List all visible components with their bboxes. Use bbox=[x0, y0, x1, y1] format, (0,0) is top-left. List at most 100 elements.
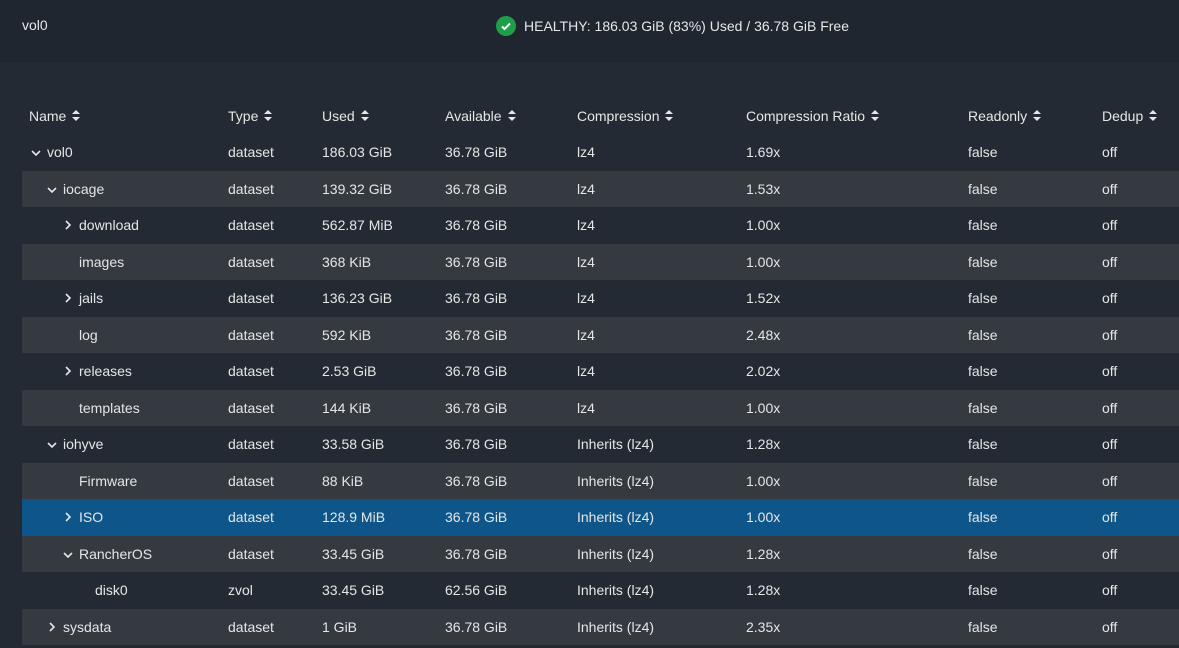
type-cell: dataset bbox=[228, 436, 274, 453]
name-cell: jails bbox=[61, 290, 103, 306]
dedup-cell: off bbox=[1102, 290, 1118, 307]
dataset-name: images bbox=[79, 253, 125, 270]
type-cell: dataset bbox=[228, 472, 274, 489]
type-cell: dataset bbox=[228, 399, 274, 416]
type-cell: dataset bbox=[228, 545, 274, 562]
chevron-right-icon[interactable] bbox=[61, 365, 75, 379]
dedup-cell: off bbox=[1102, 217, 1118, 234]
column-header-dedup[interactable]: Dedup bbox=[1102, 108, 1158, 124]
dataset-name: releases bbox=[79, 363, 132, 380]
name-cell: log bbox=[61, 327, 98, 343]
table-row[interactable]: vol0 dataset 186.03 GiB 36.78 GiB lz4 1.69x fa… bbox=[22, 134, 1179, 171]
sort-icon[interactable] bbox=[507, 110, 516, 124]
dedup-cell: off bbox=[1102, 253, 1118, 270]
type-cell: dataset bbox=[228, 144, 274, 161]
chevron-right-icon[interactable] bbox=[45, 621, 59, 635]
sort-icon[interactable] bbox=[871, 110, 880, 124]
dedup-cell: off bbox=[1102, 144, 1118, 161]
table-header: Name Type Used Available Compression Compress… bbox=[22, 98, 1179, 134]
ratio-cell: 1.28x bbox=[746, 582, 781, 599]
table-row[interactable]: disk0 zvol 33.45 GiB 62.56 GiB Inherits (lz4… bbox=[22, 572, 1179, 609]
available-cell: 36.78 GiB bbox=[445, 363, 508, 380]
name-cell: iohyve bbox=[45, 436, 103, 452]
table-row[interactable]: ISO dataset 128.9 MiB 36.78 GiB Inherits (lz… bbox=[22, 499, 1179, 536]
ratio-cell: 1.28x bbox=[746, 545, 781, 562]
column-header-compression[interactable]: Compression bbox=[577, 108, 674, 124]
datasets-table: Name Type Used Available Compression Compress… bbox=[22, 98, 1179, 645]
available-cell: 36.78 GiB bbox=[445, 545, 508, 562]
sort-icon[interactable] bbox=[1033, 110, 1042, 124]
dataset-name: vol0 bbox=[47, 144, 73, 161]
compression-cell: Inherits (lz4) bbox=[577, 582, 655, 599]
chevron-down-icon[interactable] bbox=[61, 548, 75, 562]
compression-cell: Inherits (lz4) bbox=[577, 618, 655, 635]
available-cell: 36.78 GiB bbox=[445, 436, 508, 453]
available-cell: 36.78 GiB bbox=[445, 180, 508, 197]
compression-cell: lz4 bbox=[577, 363, 595, 380]
readonly-cell: false bbox=[968, 217, 998, 234]
table-row[interactable]: iohyve dataset 33.58 GiB 36.78 GiB Inherits … bbox=[22, 426, 1179, 463]
available-cell: 36.78 GiB bbox=[445, 144, 508, 161]
compression-cell: Inherits (lz4) bbox=[577, 509, 655, 526]
sort-icon[interactable] bbox=[72, 110, 81, 124]
table-row[interactable]: sysdata dataset 1 GiB 36.78 GiB Inherits (lz… bbox=[22, 608, 1179, 645]
column-header-name[interactable]: Name bbox=[29, 108, 81, 124]
table-row[interactable]: Firmware dataset 88 KiB 36.78 GiB Inherits (… bbox=[22, 462, 1179, 499]
name-cell: RancherOS bbox=[61, 546, 152, 562]
column-header-readonly[interactable]: Readonly bbox=[968, 108, 1042, 124]
table-row[interactable]: RancherOS dataset 33.45 GiB 36.78 GiB Inheri… bbox=[22, 535, 1179, 572]
type-cell: dataset bbox=[228, 290, 274, 307]
column-label: Type bbox=[228, 108, 259, 124]
sort-icon[interactable] bbox=[264, 110, 273, 124]
readonly-cell: false bbox=[968, 290, 998, 307]
ratio-cell: 1.00x bbox=[746, 399, 781, 416]
column-header-compression-ratio[interactable]: Compression Ratio bbox=[746, 108, 880, 124]
readonly-cell: false bbox=[968, 472, 998, 489]
dedup-cell: off bbox=[1102, 545, 1118, 562]
chevron-right-icon[interactable] bbox=[61, 511, 75, 525]
chevron-down-icon[interactable] bbox=[29, 146, 43, 160]
compression-cell: Inherits (lz4) bbox=[577, 472, 655, 489]
table-row[interactable]: iocage dataset 139.32 GiB 36.78 GiB lz4 1.53x… bbox=[22, 170, 1179, 207]
readonly-cell: false bbox=[968, 618, 998, 635]
dataset-name: disk0 bbox=[95, 582, 128, 599]
status-text: HEALTHY: 186.03 GiB (83%) Used / 36.78 G… bbox=[524, 18, 850, 34]
used-cell: 33.45 GiB bbox=[322, 545, 385, 562]
readonly-cell: false bbox=[968, 144, 998, 161]
readonly-cell: false bbox=[968, 545, 998, 562]
used-cell: 88 KiB bbox=[322, 472, 364, 489]
table-row[interactable]: download dataset 562.87 MiB 36.78 GiB lz4 1.0… bbox=[22, 207, 1179, 244]
column-header-used[interactable]: Used bbox=[322, 108, 369, 124]
table-row[interactable]: log dataset 592 KiB 36.78 GiB lz4 2.48x false o… bbox=[22, 316, 1179, 353]
readonly-cell: false bbox=[968, 399, 998, 416]
dataset-name: download bbox=[79, 217, 139, 234]
table-row[interactable]: releases dataset 2.53 GiB 36.78 GiB lz4 2.02x… bbox=[22, 353, 1179, 390]
table-row[interactable]: images dataset 368 KiB 36.78 GiB lz4 1.00x fal… bbox=[22, 243, 1179, 280]
column-header-type[interactable]: Type bbox=[228, 108, 273, 124]
pool-status: HEALTHY: 186.03 GiB (83%) Used / 36.78 G… bbox=[496, 16, 849, 36]
pool-header: vol0 HEALTHY: 186.03 GiB (83%) Used / 36… bbox=[0, 0, 1179, 62]
available-cell: 36.78 GiB bbox=[445, 472, 508, 489]
column-label: Readonly bbox=[968, 108, 1028, 124]
table-row[interactable]: jails dataset 136.23 GiB 36.78 GiB lz4 1.52x f… bbox=[22, 280, 1179, 317]
chevron-down-icon[interactable] bbox=[45, 438, 59, 452]
column-header-available[interactable]: Available bbox=[445, 108, 516, 124]
chevron-down-icon[interactable] bbox=[45, 183, 59, 197]
type-cell: dataset bbox=[228, 180, 274, 197]
table-row[interactable]: templates dataset 144 KiB 36.78 GiB lz4 1.00x… bbox=[22, 389, 1179, 426]
used-cell: 33.58 GiB bbox=[322, 436, 385, 453]
available-cell: 36.78 GiB bbox=[445, 217, 508, 234]
compression-cell: lz4 bbox=[577, 326, 595, 343]
dataset-name: sysdata bbox=[63, 618, 112, 635]
type-cell: dataset bbox=[228, 618, 274, 635]
compression-cell: lz4 bbox=[577, 180, 595, 197]
compression-cell: Inherits (lz4) bbox=[577, 545, 655, 562]
used-cell: 128.9 MiB bbox=[322, 509, 386, 526]
chevron-right-icon[interactable] bbox=[61, 292, 75, 306]
sort-icon[interactable] bbox=[1149, 110, 1158, 124]
chevron-right-icon[interactable] bbox=[61, 219, 75, 233]
sort-icon[interactable] bbox=[665, 110, 674, 124]
ratio-cell: 1.52x bbox=[746, 290, 781, 307]
sort-icon[interactable] bbox=[360, 110, 369, 124]
used-cell: 186.03 GiB bbox=[322, 144, 393, 161]
